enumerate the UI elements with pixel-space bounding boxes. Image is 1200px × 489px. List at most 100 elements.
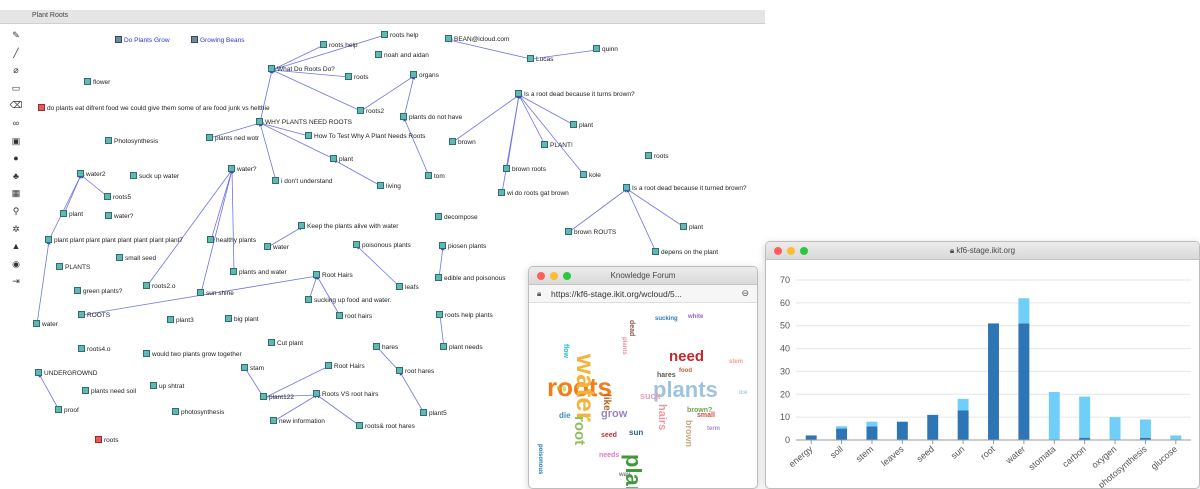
note-item[interactable]: small seed	[116, 254, 156, 263]
cloud-word[interactable]: die	[559, 412, 571, 420]
note-item[interactable]: big plant	[225, 315, 259, 324]
note-item[interactable]: roots2	[357, 107, 384, 116]
note-item[interactable]: BEAN@icloud.com	[445, 35, 509, 44]
note-item[interactable]: brown	[449, 138, 476, 147]
note-item[interactable]: ROOTS	[78, 311, 110, 320]
cloud-word[interactable]: term	[707, 426, 720, 432]
cloud-word[interactable]: sun	[629, 429, 643, 437]
note-item[interactable]: roots4.o	[78, 345, 111, 354]
cloud-word[interactable]: sucking	[655, 316, 678, 322]
note-item[interactable]: roots5	[104, 193, 131, 202]
cloud-word[interactable]: hairs	[656, 404, 668, 430]
note-item[interactable]: plant	[680, 223, 703, 232]
cloud-word[interactable]: ice	[739, 390, 747, 396]
note-item[interactable]: plants do not have	[400, 113, 462, 122]
cloud-word[interactable]: water	[571, 354, 601, 422]
note-item[interactable]: plant	[60, 210, 83, 219]
note-item[interactable]: PLANT!	[541, 141, 573, 150]
cloud-word[interactable]: poisonous	[537, 444, 543, 474]
note-item[interactable]: Root Hairs	[313, 271, 353, 280]
note-item[interactable]: plants ned wotr	[206, 134, 259, 143]
line-icon[interactable]: ╱	[9, 46, 23, 60]
cloud-word[interactable]: like	[601, 394, 612, 411]
zoom-icon[interactable]: ⊖	[741, 288, 749, 299]
cloud-word[interactable]: root	[571, 416, 588, 445]
note-item[interactable]: roots help	[381, 31, 419, 40]
note-item[interactable]: brown ROUTS	[565, 228, 616, 237]
note-item[interactable]: photosynthesis	[172, 408, 224, 417]
note-item[interactable]: depens on the plant	[652, 248, 718, 257]
paperclip-icon[interactable]: ⌀	[9, 63, 23, 77]
calendar-icon[interactable]: ▦	[9, 186, 23, 200]
note-item[interactable]: water	[264, 243, 289, 252]
note-item[interactable]: piosen plants	[439, 242, 486, 251]
note-item[interactable]: UNDERGROWND	[35, 369, 97, 378]
note-item[interactable]: roots help	[320, 41, 358, 50]
note-item[interactable]: green plants?	[74, 287, 122, 296]
cloud-word[interactable]: brown?	[687, 407, 712, 414]
exit-icon[interactable]: ⇥	[9, 274, 23, 288]
eraser-icon[interactable]: ⌫	[9, 98, 23, 112]
rectangle-icon[interactable]: ▭	[9, 81, 23, 95]
note-item[interactable]: WHY PLANTS NEED ROOTS	[256, 118, 352, 127]
note-item[interactable]: plants need soil	[82, 387, 136, 396]
note-item[interactable]: plant5	[420, 409, 447, 418]
note-item[interactable]: plant3	[167, 316, 194, 325]
cloud-word[interactable]: needs	[599, 452, 619, 459]
note-item[interactable]: roots help plants	[436, 311, 493, 320]
flask-icon[interactable]: ▲	[9, 239, 23, 253]
note-item[interactable]: What Do Roots Do?	[268, 65, 335, 74]
note-item[interactable]: kole	[580, 171, 601, 180]
note-item[interactable]: plant122	[260, 393, 294, 402]
note-item[interactable]: leafs	[396, 283, 419, 292]
note-item[interactable]: Cut plant	[268, 339, 303, 348]
note-item[interactable]: roots	[95, 436, 118, 445]
note-item[interactable]: poisonous plants	[353, 241, 411, 250]
note-item[interactable]: i don't understand	[272, 177, 332, 186]
cloud-word[interactable]: seed	[601, 432, 617, 439]
note-item[interactable]: wi do roots gat brown	[498, 189, 569, 198]
note-item[interactable]: plant needs	[440, 343, 483, 352]
note-item[interactable]: do plants eat difrent food we could give…	[38, 104, 270, 113]
note-item[interactable]: water?	[105, 212, 134, 221]
gear-icon[interactable]: ✲	[9, 222, 23, 236]
note-item[interactable]: plants and water	[230, 268, 287, 277]
note-item[interactable]: flower	[84, 78, 110, 87]
cloud-word[interactable]: dead	[628, 320, 635, 336]
link-icon[interactable]: ∞	[9, 116, 23, 130]
view-link[interactable]: Growing Beans	[191, 36, 244, 45]
note-item[interactable]: roots& root hares	[356, 422, 415, 431]
cloud-word[interactable]: food	[679, 368, 692, 374]
cloud-word[interactable]: need	[669, 349, 704, 364]
note-item[interactable]: suck up water	[130, 172, 179, 181]
note-item[interactable]: hares	[373, 343, 398, 352]
url-text[interactable]: https://kf6-stage.ikit.org/wcloud/5...	[551, 289, 682, 299]
note-item[interactable]: Roots VS root hairs	[313, 390, 378, 399]
image-icon[interactable]: ▣	[9, 134, 23, 148]
note-item[interactable]: organs	[410, 71, 439, 80]
note-item[interactable]: quinn	[593, 45, 618, 54]
note-item[interactable]: healthy plants	[207, 236, 256, 245]
note-item[interactable]: up shtrat	[150, 382, 184, 391]
note-item[interactable]: living	[377, 182, 401, 191]
cloud-word[interactable]: hares	[657, 372, 676, 379]
note-item[interactable]: plant plant plant plant plant plant plan…	[45, 236, 183, 245]
note-item[interactable]: Lucas	[527, 55, 553, 64]
note-item[interactable]: root hairs	[336, 312, 372, 321]
note-item[interactable]: root hares	[396, 367, 434, 376]
url-bar[interactable]: 🔒︎ https://kf6-stage.ikit.org/wcloud/5..…	[529, 285, 757, 303]
cloud-word[interactable]: plants	[653, 379, 718, 401]
cloud-word[interactable]: white	[688, 314, 703, 320]
cloud-word[interactable]: brown	[684, 420, 694, 447]
search-icon[interactable]: ⚲	[9, 204, 23, 218]
cloud-word[interactable]: flow	[562, 344, 569, 358]
note-item[interactable]: roots2.o	[143, 282, 176, 291]
note-item[interactable]: water?	[228, 165, 257, 174]
cloud-word[interactable]: suck	[640, 392, 661, 401]
note-item[interactable]: decompose	[435, 213, 478, 222]
note-item[interactable]: water2	[77, 170, 106, 179]
note-item[interactable]: roots	[345, 73, 368, 82]
pencil-icon[interactable]: ✎	[9, 28, 23, 42]
note-item[interactable]: edible and poisonous	[435, 274, 505, 283]
note-item[interactable]: proof	[55, 406, 79, 415]
